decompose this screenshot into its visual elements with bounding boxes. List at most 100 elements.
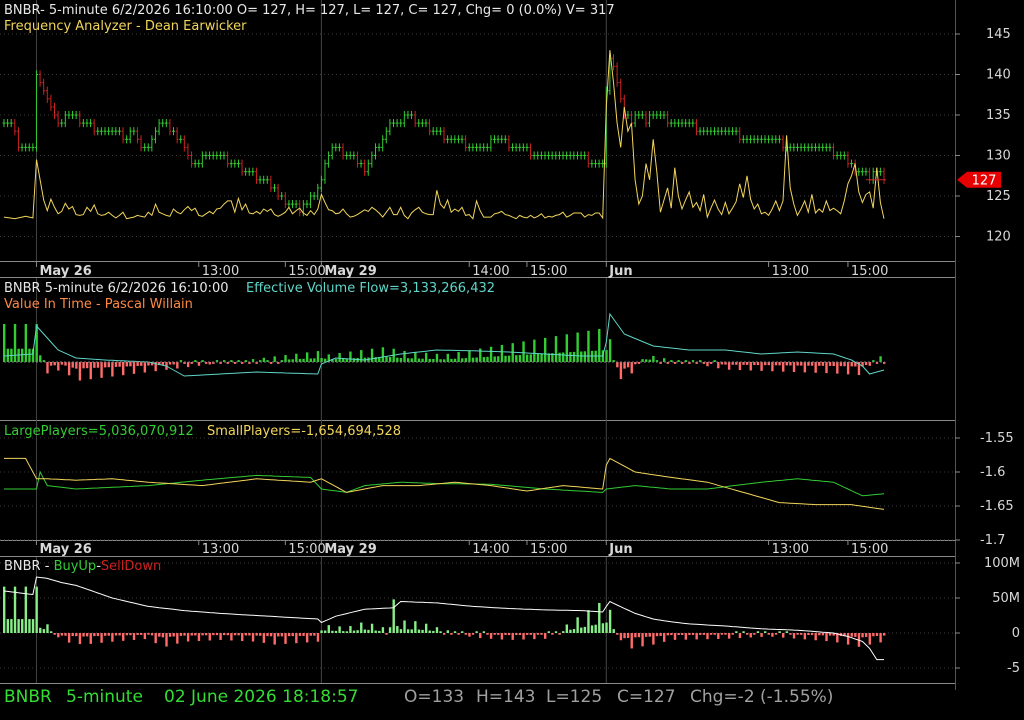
buyup-selldown-bar <box>540 633 543 635</box>
price-tick-label: 130 <box>986 149 1011 164</box>
buyup-selldown-bar <box>320 630 323 633</box>
buyup-selldown-bar <box>392 599 395 633</box>
buyup-selldown-bar <box>428 630 431 633</box>
date-tick-label: May 26 <box>39 542 91 557</box>
buyup-selldown-bar <box>763 631 767 633</box>
players-tick-label: -1.6 <box>980 465 1005 480</box>
value-in-time-bar <box>500 344 504 362</box>
value-in-time-bar <box>385 356 388 362</box>
buyup-selldown-bar <box>327 625 330 633</box>
buyup-selldown-bar <box>85 633 89 637</box>
buyup-selldown-bar <box>410 629 413 633</box>
buyup-selldown-bar <box>828 633 832 636</box>
buyup-selldown-bar <box>644 633 648 637</box>
buyup-selldown-bar <box>500 633 504 640</box>
buyup-selldown-bar <box>230 633 233 641</box>
buyup-selldown-bar <box>486 633 489 635</box>
value-in-time-bar <box>832 362 835 366</box>
buyup-selldown-bar <box>810 633 814 636</box>
buyup-selldown-bar <box>605 622 608 633</box>
buyup-selldown-bar <box>782 633 785 638</box>
buyup-selldown-bar <box>580 627 583 633</box>
date-tick-label: 15:00 <box>851 542 888 557</box>
buyup-selldown-bar <box>691 633 695 635</box>
buyup-selldown-bar <box>529 633 532 635</box>
buyup-selldown-bar <box>450 633 453 635</box>
buyup-selldown-bar <box>515 633 518 636</box>
buyup-selldown-bar <box>590 625 594 633</box>
buyup-selldown-bar <box>742 631 745 633</box>
value-in-time-bar <box>338 352 341 362</box>
buyup-selldown-bar <box>125 633 129 636</box>
buyup-selldown-bar <box>122 633 125 641</box>
value-in-time-bar <box>417 358 421 362</box>
buyup-selldown-bar <box>825 633 828 642</box>
buyup-selldown-bar <box>424 623 428 633</box>
buyup-selldown-bar <box>558 633 561 635</box>
buyup-selldown-bar <box>572 629 576 633</box>
date-tick-label: 14:00 <box>472 264 509 279</box>
value-in-time-bar <box>424 352 428 362</box>
value-in-time-bar <box>49 362 53 366</box>
buyup-selldown-bar <box>706 633 709 640</box>
price-tag-label: 127 <box>972 173 997 188</box>
buyup-selldown-bar <box>183 633 186 636</box>
value-in-time-bar <box>136 362 139 366</box>
date-tick-label: May 29 <box>324 542 376 557</box>
buyup-selldown-bar <box>717 633 720 639</box>
buyup-selldown-bar <box>172 633 175 637</box>
date-tick-label: 15:00 <box>530 264 567 279</box>
buyup-selldown-bar <box>6 619 10 633</box>
footer-open: O=133 <box>404 687 464 707</box>
buyup-selldown-bar <box>507 633 511 636</box>
buyup-selldown-bar <box>161 633 165 638</box>
buyup-selldown-bar <box>42 629 46 633</box>
value-in-time-bar <box>67 362 71 376</box>
value-in-time-bar <box>103 362 107 368</box>
price-tick-label: 125 <box>986 189 1011 204</box>
buyup-selldown-bar <box>345 631 349 633</box>
buyup-selldown-bar <box>367 629 370 633</box>
buyup-selldown-bar <box>767 633 770 635</box>
value-in-time-bar <box>789 362 792 366</box>
value-in-time-bar <box>446 353 450 362</box>
buyup-selldown-bar <box>547 631 550 633</box>
buyup-selldown-bar <box>663 633 666 642</box>
buyup-tick-label: -5 <box>1007 661 1020 676</box>
buyup-selldown-bar <box>594 624 597 633</box>
footer-change: Chg=-2 (-1.55%) <box>690 687 833 707</box>
buyup-selldown-bar <box>457 633 460 635</box>
buyup-selldown-bar <box>601 623 605 633</box>
buyup-selldown-bar <box>215 633 219 636</box>
buyup-selldown-bar <box>158 633 161 637</box>
buyup-selldown-bar <box>342 631 345 633</box>
value-in-time-bar <box>475 357 478 362</box>
value-in-time-bar <box>850 362 853 367</box>
buyup-selldown-bar <box>31 619 35 633</box>
buyup-selldown-bar <box>634 633 637 638</box>
buyup-selldown-bar <box>89 633 92 644</box>
value-in-time-bar <box>468 350 471 362</box>
value-in-time-bar <box>320 358 323 362</box>
players-tick-label: -1.65 <box>980 499 1014 514</box>
buyup-selldown-bar <box>179 633 183 636</box>
footer-status: BNBR 5-minute 02 June 2026 18:18:57 O=13… <box>4 687 833 707</box>
buyup-selldown-bar <box>17 619 20 633</box>
price-tick-label: 135 <box>986 108 1011 123</box>
small-players-label: SmallPlayers=-1,654,694,528 <box>207 424 401 439</box>
value-in-time-bar <box>107 362 110 368</box>
buyup-selldown-bar <box>522 633 525 640</box>
value-in-time-bar <box>482 357 486 362</box>
buyup-selldown-bar <box>269 633 273 637</box>
value-in-time-bar <box>349 351 352 362</box>
date-tick-label: 13:00 <box>202 264 239 279</box>
value-in-time-bar <box>569 352 572 362</box>
buyup-selldown-bar <box>489 633 493 639</box>
buyup-selldown-bar <box>735 631 738 633</box>
value-in-time-bar <box>493 356 496 362</box>
value-in-time-bar <box>305 352 309 362</box>
value-in-time-bar <box>435 353 439 362</box>
buyup-selldown-bar <box>504 633 507 636</box>
buyup-selldown-bar <box>103 633 107 636</box>
value-in-time-bar <box>129 362 132 367</box>
